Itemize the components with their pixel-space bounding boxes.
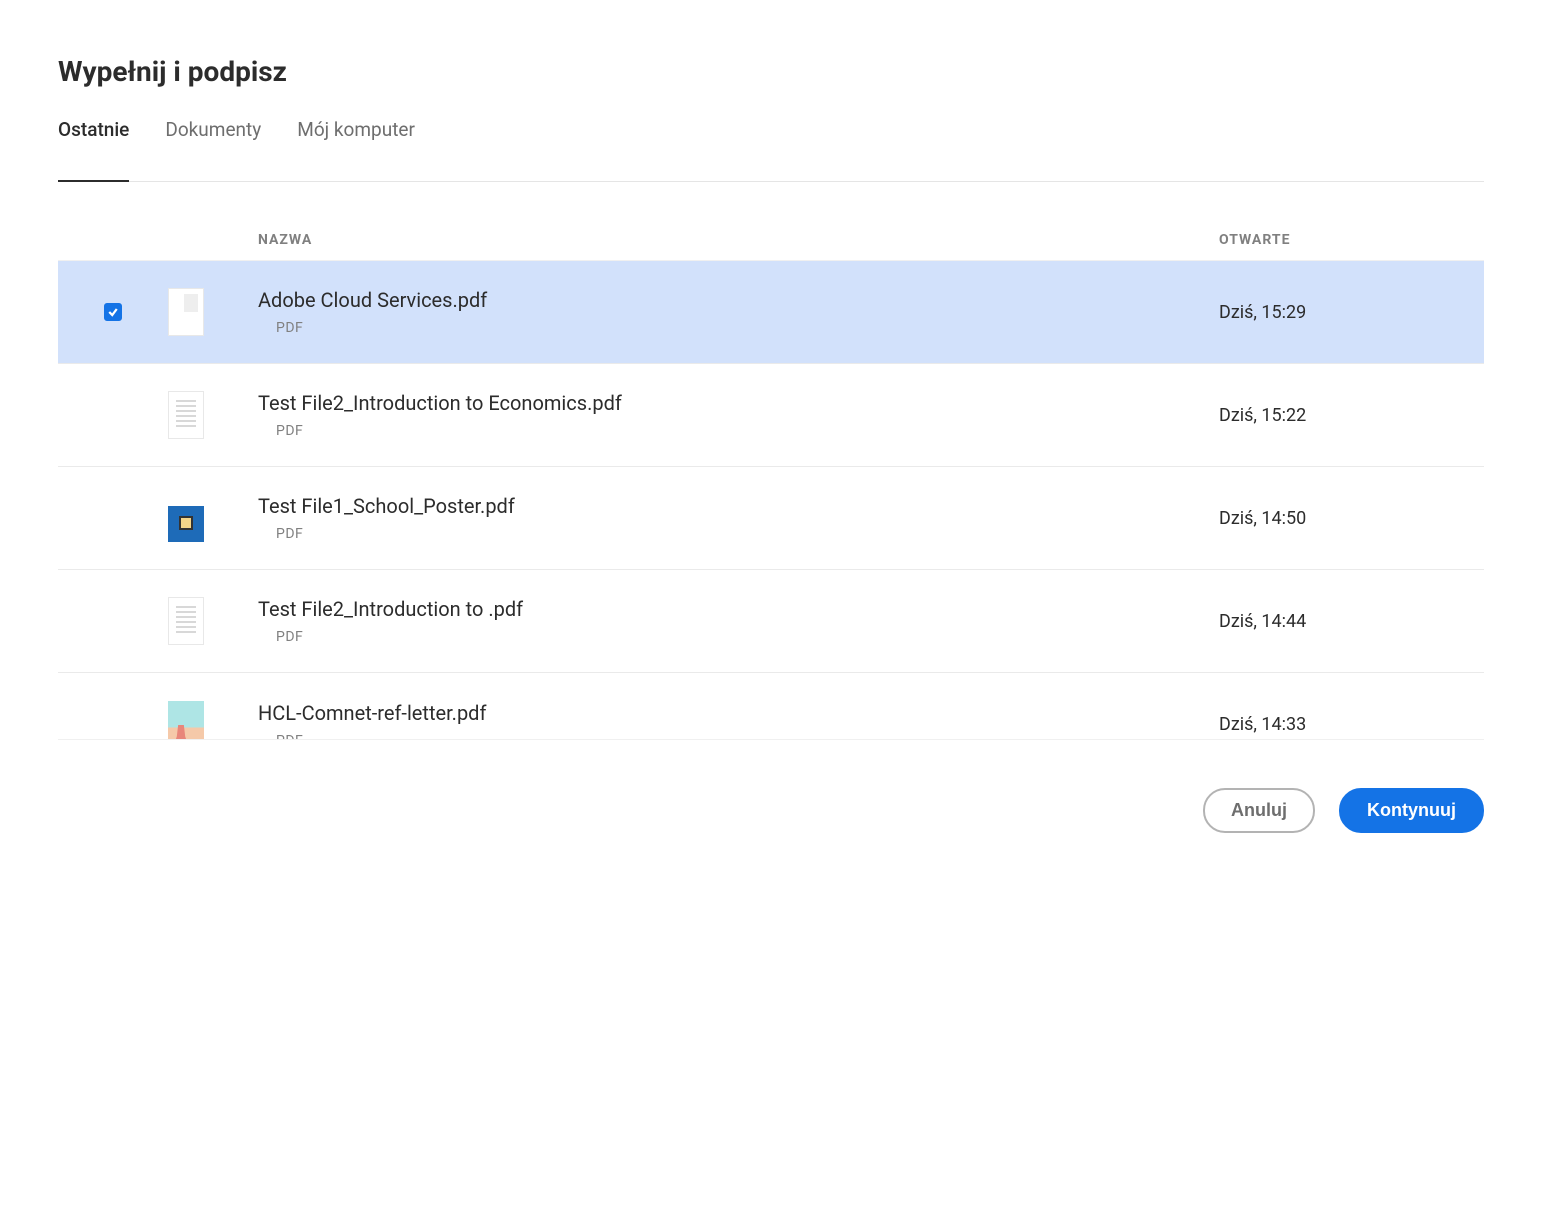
file-rows: Adobe Cloud Services.pdfPDFDziś, 15:29Te… bbox=[58, 260, 1484, 740]
column-header-opened[interactable]: OTWARTE bbox=[1219, 232, 1484, 248]
thumbnail-cell bbox=[168, 701, 258, 741]
file-type-label: PDF bbox=[258, 629, 1219, 645]
file-thumbnail-icon bbox=[168, 701, 204, 741]
thumbnail-cell bbox=[168, 597, 258, 645]
name-cell: HCL-Comnet-ref-letter.pdf PDF bbox=[258, 701, 1219, 741]
tab-1[interactable]: Dokumenty bbox=[165, 118, 261, 181]
file-name: Test File2_Introduction to .pdf bbox=[258, 597, 1219, 621]
thumbnail-cell bbox=[168, 391, 258, 439]
tab-0[interactable]: Ostatnie bbox=[58, 118, 129, 181]
tabs: Ostatnie Dokumenty Mój komputer bbox=[58, 118, 1484, 182]
name-cell: Adobe Cloud Services.pdf PDF bbox=[258, 288, 1219, 336]
file-name: Adobe Cloud Services.pdf bbox=[258, 288, 1219, 312]
continue-button[interactable]: Kontynuuj bbox=[1339, 788, 1484, 833]
file-name: Test File1_School_Poster.pdf bbox=[258, 494, 1219, 518]
name-cell: Test File2_Introduction to Economics.pdf… bbox=[258, 391, 1219, 439]
thumbnail-cell bbox=[168, 494, 258, 542]
table-row[interactable]: Test File2_Introduction to Economics.pdf… bbox=[58, 364, 1484, 467]
opened-date: Dziś, 14:33 bbox=[1219, 714, 1484, 735]
file-type-label: PDF bbox=[258, 423, 1219, 439]
opened-date: Dziś, 15:22 bbox=[1219, 405, 1484, 426]
table-row[interactable]: Adobe Cloud Services.pdf PDFDziś, 15:29 bbox=[58, 261, 1484, 364]
opened-date: Dziś, 14:44 bbox=[1219, 611, 1484, 632]
page-title: Wypełnij i podpisz bbox=[58, 55, 1484, 88]
file-thumbnail-icon bbox=[168, 391, 204, 439]
checkbox-cell bbox=[58, 303, 168, 321]
file-thumbnail-icon bbox=[168, 597, 204, 645]
file-thumbnail-icon bbox=[168, 494, 204, 542]
file-table: NAZWA OTWARTE Adobe Cloud Services.pdf PD… bbox=[58, 232, 1484, 740]
file-type-label: PDF bbox=[258, 320, 1219, 336]
file-name: Test File2_Introduction to Economics.pdf bbox=[258, 391, 1219, 415]
file-type-label: PDF bbox=[258, 526, 1219, 542]
column-header-name[interactable]: NAZWA bbox=[258, 232, 1219, 248]
check-icon bbox=[107, 306, 119, 318]
file-name: HCL-Comnet-ref-letter.pdf bbox=[258, 701, 1219, 725]
name-cell: Test File2_Introduction to .pdf PDF bbox=[258, 597, 1219, 645]
row-checkbox[interactable] bbox=[104, 303, 122, 321]
cancel-button[interactable]: Anuluj bbox=[1203, 788, 1315, 833]
table-row[interactable]: Test File1_School_Poster.pdf PDFDziś, 14:… bbox=[58, 467, 1484, 570]
table-row[interactable]: HCL-Comnet-ref-letter.pdf PDFDziś, 14:33 bbox=[58, 673, 1484, 740]
file-type-label: PDF bbox=[258, 733, 1219, 741]
dialog-footer: Anuluj Kontynuuj bbox=[0, 740, 1542, 833]
opened-date: Dziś, 14:50 bbox=[1219, 508, 1484, 529]
name-cell: Test File1_School_Poster.pdf PDF bbox=[258, 494, 1219, 542]
thumbnail-cell bbox=[168, 288, 258, 336]
tab-2[interactable]: Mój komputer bbox=[297, 118, 415, 181]
opened-date: Dziś, 15:29 bbox=[1219, 302, 1484, 323]
file-thumbnail-icon bbox=[168, 288, 204, 336]
table-row[interactable]: Test File2_Introduction to .pdf PDFDziś, … bbox=[58, 570, 1484, 673]
table-header: NAZWA OTWARTE bbox=[58, 232, 1484, 260]
